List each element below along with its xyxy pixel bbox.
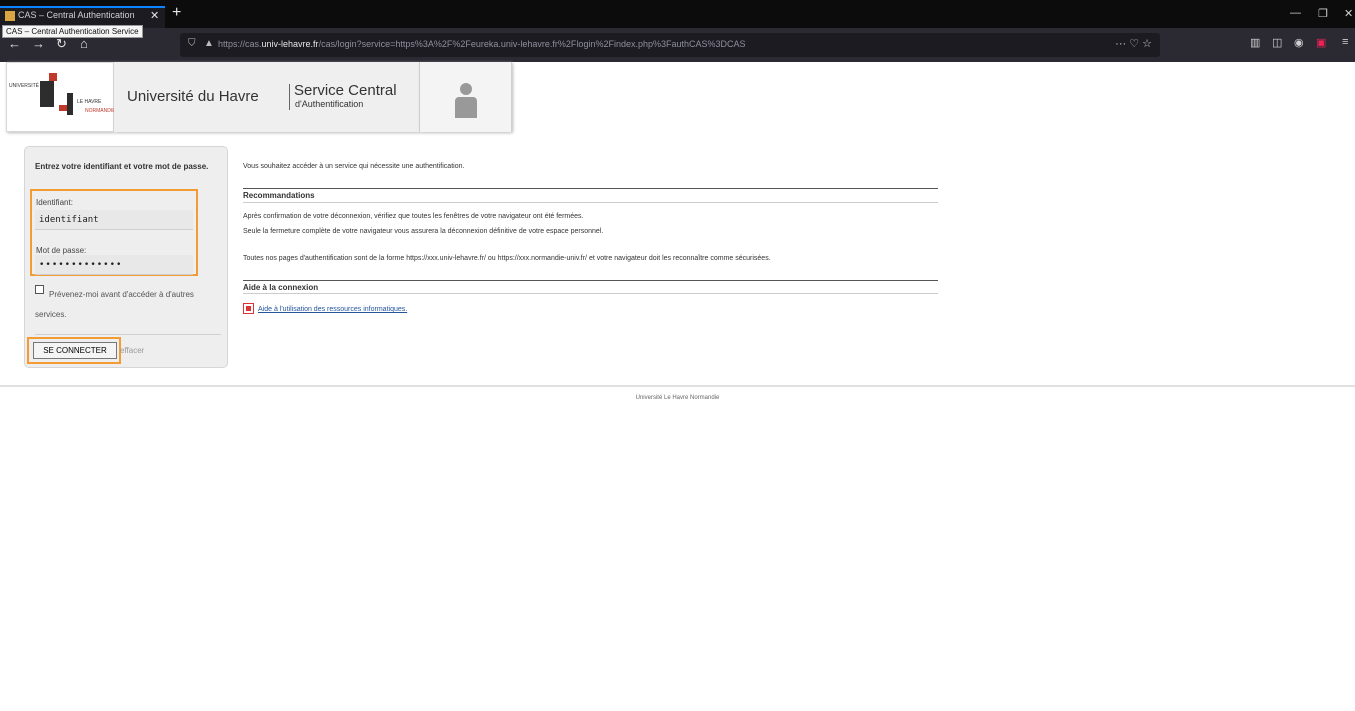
help-title: Aide à la connexion — [243, 280, 938, 292]
footer-divider — [0, 385, 1355, 387]
home-icon[interactable]: ⌂ — [80, 36, 88, 51]
close-tab-icon[interactable]: ✕ — [150, 9, 159, 22]
username-input[interactable]: identifiant — [35, 210, 193, 230]
university-name: Université du Havre — [127, 88, 259, 105]
form-separator — [35, 334, 221, 335]
rec-line-2: Seule la fermeture complète de votre nav… — [243, 228, 604, 235]
help-link[interactable]: Aide à l'utilisation des ressources info… — [258, 306, 407, 313]
submit-highlight: SE CONNECTER — [27, 337, 121, 364]
tab-title: CAS – Central Authentication — [18, 10, 135, 20]
username-label: Identifiant: — [36, 198, 73, 207]
forward-icon[interactable]: → — [32, 36, 45, 51]
shield-icon[interactable]: ⛉ — [188, 38, 196, 49]
menu-icon[interactable]: ≡ — [1342, 36, 1348, 48]
browser-tabbar: CAS – Central Authentication ✕ + — ❐ ✕ — [0, 0, 1355, 28]
rec-line-1: Après confirmation de votre déconnexion,… — [243, 213, 584, 220]
library-icon[interactable]: ▥ — [1250, 36, 1260, 49]
url-bar[interactable]: ⛉ ▲ https://cas.univ-lehavre.fr/cas/logi… — [180, 33, 1160, 57]
title-divider — [289, 84, 290, 110]
university-logo[interactable]: UNIVERSITÉ LE HAVRE NORMANDIE — [6, 62, 116, 132]
login-heading: Entrez votre identifiant et votre mot de… — [35, 162, 209, 171]
window-close-icon[interactable]: ✕ — [1344, 7, 1353, 20]
restore-icon[interactable]: ❐ — [1318, 7, 1328, 20]
reset-link[interactable]: effacer — [120, 346, 144, 355]
recommendations-title: Recommandations — [243, 188, 938, 200]
new-tab-icon[interactable]: + — [172, 4, 181, 22]
warn-label[interactable]: Prévenez-moi avant d'accéder à d'autres … — [35, 285, 220, 325]
service-title: Service Central — [294, 82, 397, 99]
footer-text: Université Le Havre Normandie — [635, 395, 720, 401]
user-icon — [460, 83, 472, 95]
tab-tooltip: CAS – Central Authentication Service — [2, 25, 143, 38]
user-icon-box — [420, 62, 512, 132]
sidebar-icon[interactable]: ◫ — [1272, 36, 1282, 49]
pdf-icon[interactable]: ▣ — [1316, 36, 1326, 49]
submit-button[interactable]: SE CONNECTER — [33, 342, 117, 359]
minimize-icon[interactable]: — — [1290, 7, 1301, 19]
pdf-file-icon[interactable] — [243, 303, 254, 314]
extension-icon[interactable]: ◉ — [1294, 36, 1304, 49]
url-text[interactable]: https://cas.univ-lehavre.fr/cas/login?se… — [218, 39, 746, 49]
service-subtitle: d'Authentification — [295, 99, 364, 109]
reload-icon[interactable]: ↻ — [56, 36, 67, 52]
login-form: Entrez votre identifiant et votre mot de… — [24, 146, 228, 368]
password-label: Mot de passe: — [36, 246, 87, 255]
favicon-icon — [5, 11, 15, 21]
back-icon[interactable]: ← — [8, 36, 21, 51]
rec-line-3: Toutes nos pages d'authentification sont… — [243, 255, 771, 262]
site-header: UNIVERSITÉ LE HAVRE NORMANDIE Université… — [0, 62, 1355, 134]
credentials-group: Identifiant: identifiant Mot de passe: •… — [30, 189, 198, 276]
lock-icon[interactable]: ▲ — [204, 38, 214, 49]
intro-text: Vous souhaitez accéder à un service qui … — [243, 163, 465, 170]
title-box: Université du Havre Service Central d'Au… — [114, 62, 420, 132]
page-actions[interactable]: ··· ♡ ☆ — [1115, 37, 1152, 50]
password-input[interactable]: ••••••••••••• — [35, 255, 193, 275]
browser-navbar: ← → ↻ ⌂ ⛉ ▲ https://cas.univ-lehavre.fr/… — [0, 28, 1355, 62]
